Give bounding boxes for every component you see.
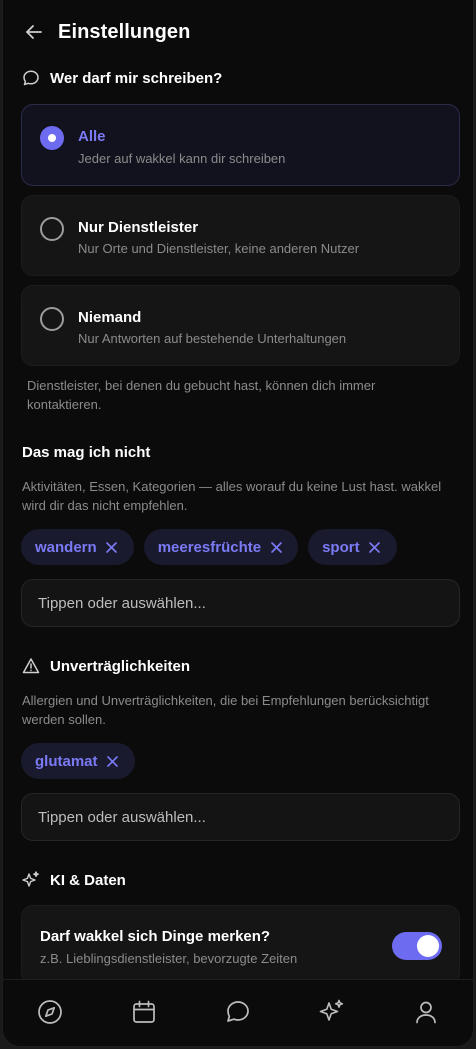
tab-explore[interactable] [30,992,70,1032]
tag-chip[interactable]: glutamat [21,743,135,779]
header: Einstellungen [3,12,473,52]
user-icon [416,1001,436,1024]
option-nur-dienstleister[interactable]: Nur Dienstleister Nur Orte und Dienstlei… [21,195,460,276]
sparkles-icon [319,999,344,1021]
tab-profile[interactable] [406,992,446,1032]
intolerances-input[interactable]: Tippen oder auswählen... [21,793,460,841]
close-icon[interactable] [106,541,118,553]
tab-ai[interactable] [312,992,352,1032]
close-icon[interactable] [270,541,282,553]
option-subtitle: Nur Antworten auf bestehende Unterhaltun… [78,331,347,346]
memory-title: Darf wakkel sich Dinge merken? [40,928,271,945]
warning-triangle-icon [21,656,41,676]
option-subtitle: Nur Orte und Dienstleister, keine andere… [78,241,360,256]
tag-chip[interactable]: meeresfrüchte [143,529,299,565]
intolerances-tags: glutamat [21,743,135,779]
messaging-note: Dienstleister, bei denen du gebucht hast… [27,378,376,412]
memory-subtitle: z.B. Lieblingsdienstleister, bevorzugte … [40,951,298,966]
radio-alle[interactable] [40,126,64,150]
option-niemand[interactable]: Niemand Nur Antworten auf bestehende Unt… [21,285,460,366]
chat-bubble-icon [21,68,41,88]
radio-nur-dienstleister[interactable] [40,217,64,241]
option-subtitle: Jeder auf wakkel kann dir schreiben [78,151,286,166]
intolerances-section-heading: Unverträglichkeiten [21,654,190,678]
tag-chip[interactable]: sport [308,529,397,565]
chat-bubble-icon [227,1001,249,1022]
arrow-left-icon [26,25,42,39]
option-title: Niemand [78,309,142,326]
dislikes-input[interactable]: Tippen oder auswählen... [21,579,460,627]
bottom-tab-bar [3,979,473,1046]
calendar-icon [133,1000,155,1023]
option-title: Alle [78,128,106,145]
option-alle[interactable]: Alle Jeder auf wakkel kann dir schreiben [21,104,460,186]
ai-section-heading: KI & Daten [21,868,126,892]
compass-icon [38,1000,62,1024]
page-title: Einstellungen [58,20,191,43]
dislikes-description: Aktivitäten, Essen, Kategorien — alles w… [22,479,442,513]
dislikes-tags: wandern meeresfrüchte sport [21,529,397,565]
tab-messages[interactable] [218,992,258,1032]
back-button[interactable] [20,18,48,46]
settings-screen: Einstellungen Wer darf mir schreiben? Al… [2,0,474,1047]
sparkles-icon [21,870,41,890]
radio-niemand[interactable] [40,307,64,331]
messaging-section-heading: Wer darf mir schreiben? [21,66,222,90]
option-title: Nur Dienstleister [78,219,199,236]
memory-setting-card: Darf wakkel sich Dinge merken? z.B. Lieb… [21,905,460,985]
tag-chip[interactable]: wandern [21,529,134,565]
close-icon[interactable] [107,755,119,767]
toggle-knob [417,935,439,957]
memory-toggle[interactable] [392,932,442,960]
intolerances-description: Allergien und Unverträglichkeiten, die b… [22,693,429,727]
tab-calendar[interactable] [124,992,164,1032]
dislikes-section-heading: Das mag ich nicht [22,443,151,461]
close-icon[interactable] [369,541,381,553]
